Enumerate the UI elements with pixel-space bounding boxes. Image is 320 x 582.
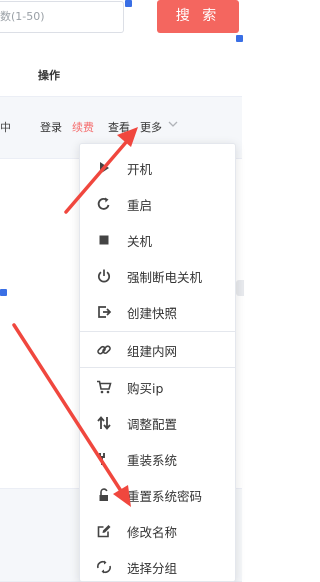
menu-item-buy-ip[interactable]: 购买ip <box>80 369 235 405</box>
menu-item-shutdown[interactable]: 关机 <box>80 222 235 258</box>
search-bar: 数(1-50) 搜 索 <box>0 0 242 40</box>
login-link[interactable]: 登录 <box>40 119 62 135</box>
menu-item-restart[interactable]: 重启 <box>80 186 235 222</box>
more-dropdown[interactable]: 更多 <box>140 119 162 135</box>
menu-item-label: 修改名称 <box>127 525 178 540</box>
menu-item-power-on[interactable]: 开机 <box>80 150 235 186</box>
menu-item-label: 创建快照 <box>127 306 178 321</box>
more-actions-menu: 开机 重启 关机 强制断电关机 创建快照 组建内网 购买ip 调整配置 重装系统… <box>79 143 236 582</box>
search-button[interactable]: 搜 索 <box>157 0 239 33</box>
snapshot-icon <box>96 304 112 320</box>
menu-item-label: 重启 <box>127 198 153 213</box>
menu-item-label: 开机 <box>127 162 153 177</box>
menu-item-create-snapshot[interactable]: 创建快照 <box>80 294 235 330</box>
menu-item-build-intranet[interactable]: 组建内网 <box>80 332 235 368</box>
menu-item-reset-password[interactable]: 重置系统密码 <box>80 477 235 513</box>
selection-handle <box>125 0 132 7</box>
menu-item-rename[interactable]: 修改名称 <box>80 513 235 549</box>
swap-arrows-icon <box>96 415 112 431</box>
row-cell-fragment: 中 <box>0 121 11 134</box>
link-icon <box>96 342 112 358</box>
menu-item-label: 重装系统 <box>127 453 178 468</box>
menu-item-adjust-config[interactable]: 调整配置 <box>80 405 235 441</box>
menu-item-label: 强制断电关机 <box>127 270 203 285</box>
group-icon <box>96 559 112 575</box>
chevron-down-icon[interactable] <box>168 120 178 131</box>
power-icon <box>96 268 112 284</box>
stop-square-icon <box>96 232 112 248</box>
search-input[interactable]: 数(1-50) <box>0 1 124 33</box>
renew-link[interactable]: 续费 <box>72 119 94 135</box>
menu-item-label: 调整配置 <box>127 417 178 432</box>
menu-item-label: 重置系统密码 <box>127 489 203 504</box>
selection-handle <box>236 35 243 42</box>
menu-item-label: 关机 <box>127 234 153 249</box>
menu-item-reinstall-system[interactable]: 重装系统 <box>80 441 235 477</box>
column-header-operations: 操作 <box>38 69 60 82</box>
selection-handle <box>0 289 7 296</box>
menu-divider <box>80 367 235 368</box>
menu-item-label: 选择分组 <box>127 561 178 576</box>
restart-icon <box>96 196 112 212</box>
table-header: 操作 <box>0 40 242 97</box>
view-link[interactable]: 查看 <box>108 119 130 135</box>
menu-item-label: 组建内网 <box>127 344 178 359</box>
play-icon <box>96 160 112 176</box>
menu-item-force-power-off[interactable]: 强制断电关机 <box>80 258 235 294</box>
menu-item-label: 购买ip <box>127 381 164 396</box>
cart-icon <box>96 379 112 395</box>
edit-icon <box>96 523 112 539</box>
wrench-icon <box>96 451 112 467</box>
menu-item-select-group[interactable]: 选择分组 <box>80 549 235 582</box>
unlock-icon <box>96 487 112 503</box>
scroll-handle[interactable] <box>236 280 244 296</box>
